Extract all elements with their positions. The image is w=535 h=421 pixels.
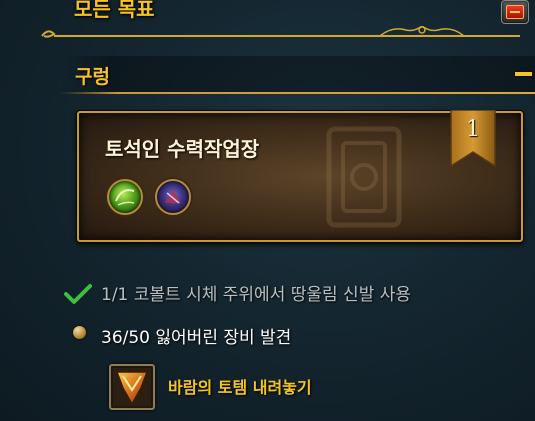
header-title: 모든 목표 [74, 0, 155, 21]
dwarf-stamp-icon [326, 126, 402, 228]
zone-underline [60, 92, 535, 94]
objective-1: 1/1 코볼트 시체 주위에서 땅울림 신발 사용 [101, 285, 412, 305]
minimize-icon [506, 5, 524, 19]
action-item-label: 바람의 토템 내려놓기 [168, 378, 312, 397]
close-button[interactable] [501, 0, 529, 24]
reward-green-orb-icon[interactable] [107, 179, 143, 215]
checkmark-icon [64, 284, 92, 304]
zone-name: 구렁 [75, 66, 110, 88]
header-divider [41, 26, 520, 38]
bullet-icon [73, 326, 86, 339]
reward-purple-crystal-icon[interactable] [155, 179, 191, 215]
totem-icon [113, 368, 151, 406]
quest-card[interactable]: 토석인 수력작업장 1 [77, 110, 523, 242]
collapse-button[interactable] [515, 72, 532, 76]
objective-2: 36/50 잃어버린 장비 발견 [101, 328, 292, 348]
quest-level: 1 [466, 117, 480, 142]
quest-title: 토석인 수력작업장 [105, 137, 260, 161]
zone-header[interactable]: 구렁 [60, 56, 535, 94]
action-item-button[interactable] [109, 364, 155, 410]
